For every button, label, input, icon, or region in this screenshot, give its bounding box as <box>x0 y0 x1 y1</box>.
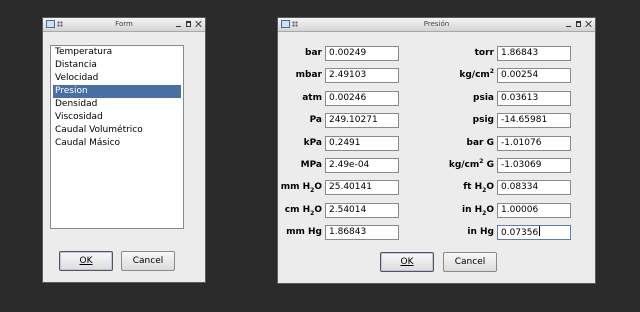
value-field-kg-cm2-g[interactable]: -1.03069 <box>497 158 571 173</box>
cancel-button[interactable]: Cancel <box>121 251 175 271</box>
close-icon[interactable] <box>585 20 592 28</box>
list-item[interactable]: Velocidad <box>53 72 181 85</box>
value-field-bar[interactable]: 0.00249 <box>325 46 399 61</box>
category-list[interactable]: Temperatura Distancia Velocidad Presion Dens… <box>50 45 184 229</box>
ok-button-label: OK <box>79 256 93 266</box>
cancel-button[interactable]: Cancel <box>443 252 497 272</box>
value-field-pa[interactable]: 249.10271 <box>325 113 399 129</box>
maximize-icon[interactable] <box>185 20 192 28</box>
ok-button[interactable]: OK <box>59 251 113 271</box>
unit-label-cm-h2o: cm H2O <box>284 204 322 217</box>
value-field-in-hg[interactable]: 0.07356 <box>497 225 571 241</box>
unit-label-in-hg: in Hg <box>467 227 494 238</box>
unit-label-psia: psia <box>473 92 494 103</box>
ok-button-label: OK <box>400 257 414 267</box>
cancel-button-label: Cancel <box>454 257 486 267</box>
unit-label-torr: torr <box>474 48 494 58</box>
value-field-mm-hg[interactable]: 1.86843 <box>325 225 399 241</box>
value-field-cm-h2o[interactable]: 2.54014 <box>325 202 399 218</box>
unit-label-kpa: kPa <box>303 137 322 148</box>
value-field-mbar[interactable]: 2.49103 <box>325 68 399 84</box>
list-item[interactable]: Presion <box>53 85 181 98</box>
list-item[interactable]: Distancia <box>53 59 181 72</box>
unit-label-mpa: MPa <box>300 160 322 170</box>
unit-label-mbar: mbar <box>295 70 322 81</box>
list-item[interactable]: Densidad <box>53 98 181 111</box>
value-field-atm[interactable]: 0.00246 <box>325 90 399 106</box>
unit-label-ft-h2o: ft H2O <box>463 182 494 195</box>
unit-label-in-h2o: in H2O <box>461 204 494 217</box>
unit-label-mm-h2o: mm H2O <box>280 182 322 195</box>
unit-label-kg-cm2: kg/cm2 <box>459 68 494 81</box>
text-caret <box>539 226 541 237</box>
list-item[interactable]: Caudal Másico <box>53 137 181 150</box>
pressure-window-title: Presión <box>423 20 450 28</box>
category-items: Temperatura Distancia Velocidad Presion Dens… <box>53 46 181 150</box>
unit-label-mm-hg: mm Hg <box>286 227 322 238</box>
list-item[interactable]: Viscosidad <box>53 111 181 124</box>
category-window: Form Temperatura Distancia Velocidad Presio… <box>42 17 206 283</box>
close-icon[interactable] <box>195 20 202 28</box>
value-field-psia[interactable]: 0.03613 <box>497 90 571 106</box>
pressure-window-titlebar[interactable]: Presión <box>278 18 595 32</box>
unit-label-psig: psig <box>472 115 494 126</box>
value-field-mm-h2o[interactable]: 25.40141 <box>325 180 399 196</box>
cancel-button-label: Cancel <box>132 256 164 266</box>
unit-label-atm: atm <box>302 92 322 103</box>
ok-button[interactable]: OK <box>380 252 434 272</box>
unit-label-kg-cm2-g: kg/cm2 G <box>448 158 494 171</box>
value-field-torr[interactable]: 1.86843 <box>497 46 571 61</box>
minimize-icon[interactable] <box>565 20 572 28</box>
minimize-icon[interactable] <box>175 20 182 28</box>
unit-label-bar-g: bar G <box>466 137 494 148</box>
list-item[interactable]: Caudal Volumétrico <box>53 124 181 137</box>
value-field-mpa[interactable]: 2.49e-04 <box>325 158 399 173</box>
value-field-ft-h2o[interactable]: 0.08334 <box>497 180 571 196</box>
value-field-bar-g[interactable]: -1.01076 <box>497 135 571 151</box>
list-item[interactable]: Temperatura <box>53 46 181 59</box>
maximize-icon[interactable] <box>575 20 582 28</box>
pressure-window: Presión bar 0.00249 mbar 2.49103 atm 0.00246 P… <box>277 17 596 284</box>
value-field-in-h2o[interactable]: 1.00006 <box>497 202 571 218</box>
value-field-kpa[interactable]: 0.2491 <box>325 135 399 151</box>
unit-label-pa: Pa <box>309 115 322 126</box>
value-field-kg-cm2[interactable]: 0.00254 <box>497 68 571 84</box>
value-field-psig[interactable]: -14.65981 <box>497 113 571 129</box>
unit-label-bar: bar <box>305 48 322 58</box>
category-window-titlebar[interactable]: Form <box>43 18 205 32</box>
